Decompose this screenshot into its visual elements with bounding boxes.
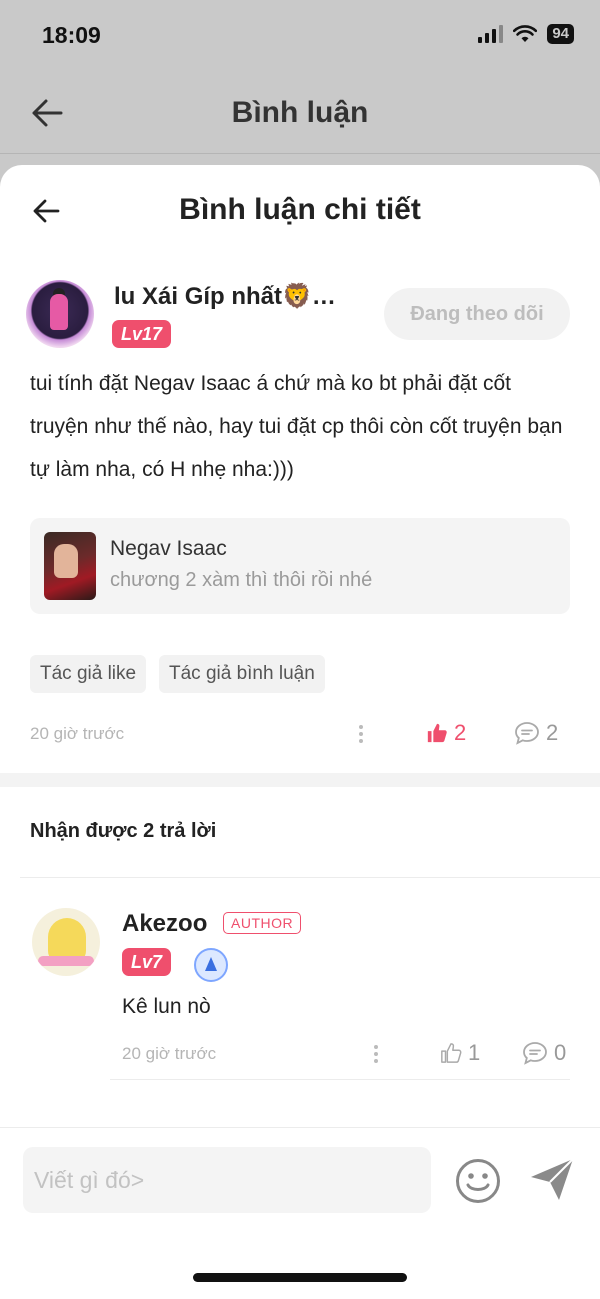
story-title: Negav Isaac: [110, 537, 227, 560]
comment-bubble-icon: [515, 722, 539, 745]
send-icon[interactable]: [528, 1155, 576, 1203]
reply-button[interactable]: 2: [514, 720, 558, 746]
thumbs-up-icon: [441, 1043, 462, 1063]
emoji-icon[interactable]: [455, 1158, 501, 1204]
signal-icon: [478, 25, 504, 43]
status-icons: 94: [478, 24, 574, 44]
comment-author-row: lu Xái Gíp nhất🦁… Lv17 Đang theo dõi: [26, 280, 574, 350]
more-dots-icon[interactable]: [374, 1045, 378, 1063]
comment-time: 20 giờ trước: [30, 724, 125, 743]
like-button[interactable]: 2: [426, 720, 466, 746]
divider: [110, 1079, 570, 1080]
battery-icon: 94: [547, 24, 574, 44]
follow-button[interactable]: Đang theo dõi: [384, 288, 570, 340]
avatar[interactable]: [32, 908, 100, 976]
reply-count: 0: [554, 1040, 567, 1065]
story-thumbnail: [44, 532, 96, 600]
comment-text: tui tính đặt Negav Isaac á chứ mà ko bt …: [30, 372, 563, 481]
comment-input[interactable]: [23, 1147, 431, 1213]
divider: [20, 877, 600, 878]
comment-bubble-icon: [523, 1042, 547, 1065]
status-time: 18:09: [42, 22, 101, 48]
thumbs-up-icon: [427, 723, 447, 743]
avatar[interactable]: [26, 280, 94, 348]
wifi-icon: [513, 25, 538, 42]
level-badge: Lv17: [112, 320, 172, 348]
reply-item: Akezoo AUTHOR Lv7 Kê lun nò 20 giờ trước…: [0, 900, 600, 1080]
tag-author-like: Tác giả like: [30, 655, 147, 693]
replies-title: Nhận được 2 trả lời: [30, 820, 217, 842]
like-count: 2: [454, 720, 467, 745]
reply-meta: 20 giờ trước 1 0: [122, 1040, 572, 1070]
comment-detail-sheet: Bình luận chi tiết lu Xái Gíp nhất🦁… Lv1…: [0, 165, 600, 1299]
divider: [0, 1127, 600, 1128]
more-dots-icon[interactable]: [359, 725, 363, 743]
story-subtitle: chương 2 xàm thì thôi rồi nhé: [110, 569, 373, 591]
reply-count: 2: [546, 720, 559, 745]
author-badge: AUTHOR: [223, 912, 302, 934]
tag-author-comment: Tác giả bình luận: [159, 655, 325, 693]
page-title: Bình luận chi tiết: [179, 193, 421, 226]
reply-time: 20 giờ trước: [122, 1044, 217, 1063]
medal-icon: [194, 948, 228, 982]
background-header: Bình luận: [0, 70, 600, 154]
like-count: 1: [468, 1040, 481, 1065]
reply-button[interactable]: 0: [522, 1040, 566, 1066]
section-divider: [0, 773, 600, 787]
level-badge: Lv7: [122, 948, 172, 976]
background-title: Bình luận: [231, 96, 369, 129]
story-card[interactable]: Negav Isaac chương 2 xàm thì thôi rồi nh…: [30, 518, 570, 614]
reply-author-name[interactable]: Akezoo: [122, 910, 207, 938]
status-bar: 18:09 94: [0, 0, 600, 70]
home-indicator: [193, 1273, 407, 1282]
sheet-header: Bình luận chi tiết: [0, 165, 600, 255]
reply-text: Kê lun nò: [122, 995, 211, 1018]
like-button[interactable]: 1: [440, 1040, 480, 1066]
author-name[interactable]: lu Xái Gíp nhất🦁…: [114, 282, 336, 311]
comment-meta: 20 giờ trước 2 2: [30, 720, 570, 750]
